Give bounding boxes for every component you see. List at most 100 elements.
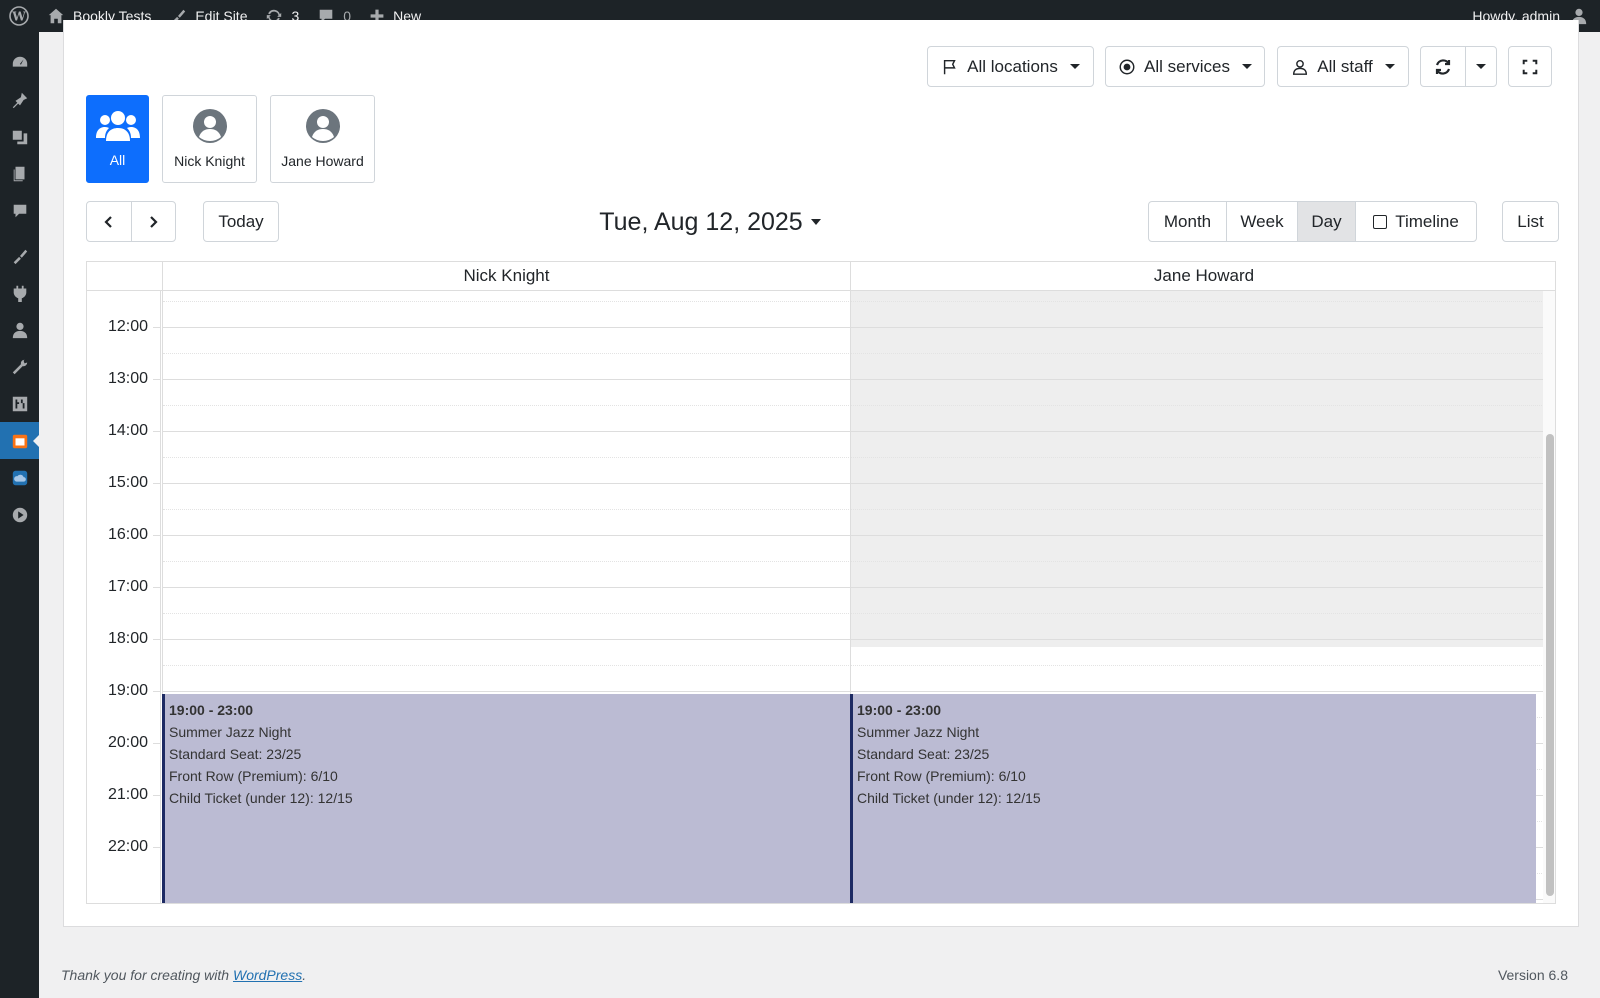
axis-tick (153, 483, 161, 484)
view-timeline-label: Timeline (1395, 211, 1459, 231)
footer-thanks-suffix: . (302, 967, 307, 983)
hour-line (163, 431, 851, 432)
calendar-corner (87, 262, 162, 291)
hour-line (163, 379, 851, 380)
staff-tile-nick-knight[interactable]: Nick Knight (162, 95, 257, 183)
prev-button[interactable] (87, 202, 132, 241)
staff-filter[interactable]: All staff (1277, 46, 1409, 87)
expand-icon (1522, 59, 1538, 74)
half-hour-line (851, 457, 1544, 458)
axis-tick (153, 639, 161, 640)
event-title: Summer Jazz Night (169, 724, 292, 740)
hour-line (851, 327, 1544, 328)
menu-pages-icon[interactable] (0, 155, 39, 192)
wordpress-logo-icon[interactable]: W (0, 0, 38, 32)
hour-line (163, 639, 851, 640)
time-label: 15:00 (107, 474, 148, 491)
half-hour-line (163, 405, 851, 406)
menu-dashboard-icon[interactable] (0, 44, 39, 81)
half-hour-line (851, 665, 1544, 666)
staff-tile-label: All (109, 152, 126, 168)
services-filter-label: All services (1144, 56, 1230, 76)
refresh-options-dropdown[interactable] (1465, 46, 1497, 87)
staff-tile-jane-howard[interactable]: Jane Howard (270, 95, 375, 183)
hour-line (163, 587, 851, 588)
view-month-button[interactable]: Month (1149, 202, 1227, 241)
today-label: Today (218, 211, 264, 231)
view-list-button[interactable]: List (1502, 201, 1559, 242)
next-button[interactable] (132, 202, 176, 241)
axis-tick (153, 691, 161, 692)
staff-tile-label: Nick Knight (174, 153, 245, 169)
chevron-down-icon (1241, 64, 1252, 69)
wordpress-link[interactable]: WordPress (233, 967, 302, 983)
event-line: Standard Seat: 23/25 (169, 746, 302, 762)
half-hour-line (163, 561, 851, 562)
view-switch: Month Week Day Timeline (1148, 201, 1477, 242)
menu-cloud-icon[interactable] (0, 459, 39, 496)
view-list-label: List (1517, 211, 1544, 231)
axis-tick (153, 743, 161, 744)
hour-line (163, 327, 851, 328)
today-button[interactable]: Today (203, 201, 279, 242)
admin-side-menu (0, 32, 40, 998)
time-label: 21:00 (107, 786, 148, 803)
half-hour-line (851, 301, 1544, 302)
event-line: Child Ticket (under 12): 12/15 (857, 790, 1041, 806)
menu-bookly-icon[interactable] (0, 422, 40, 459)
menu-plugins-icon[interactable] (0, 274, 39, 311)
axis-tick (153, 795, 161, 796)
staff-tile-all[interactable]: All (86, 95, 149, 183)
hour-line (851, 379, 1544, 380)
locations-filter[interactable]: All locations (927, 46, 1094, 87)
time-label: 13:00 (107, 370, 148, 387)
menu-play-icon[interactable] (0, 496, 39, 533)
event-summer-jazz-night-nick[interactable]: 19:00 - 23:00 Summer Jazz Night Standard… (162, 694, 850, 903)
time-label: 19:00 (107, 682, 148, 699)
checkbox-icon (1373, 214, 1388, 229)
menu-users-icon[interactable] (0, 311, 39, 348)
dot-circle-icon (1119, 59, 1135, 74)
hour-line (851, 639, 1544, 640)
menu-appearance-icon[interactable] (0, 237, 39, 274)
refresh-button[interactable] (1420, 46, 1466, 87)
event-summer-jazz-night-jane[interactable]: 19:00 - 23:00 Summer Jazz Night Standard… (850, 694, 1536, 903)
hour-line (851, 691, 1544, 692)
staff-filter-label: All staff (1317, 56, 1373, 76)
fullscreen-button[interactable] (1508, 46, 1552, 87)
services-filter[interactable]: All services (1105, 46, 1265, 87)
time-label: 12:00 (107, 318, 148, 335)
half-hour-line (851, 353, 1544, 354)
event-line: Child Ticket (under 12): 12/15 (169, 790, 353, 806)
user-avatar-icon (305, 109, 340, 143)
axis-tick (153, 587, 161, 588)
calendar-scrollbar[interactable] (1543, 291, 1555, 903)
view-day-button[interactable]: Day (1298, 202, 1356, 241)
time-label: 22:00 (107, 838, 148, 855)
scrollbar-thumb[interactable] (1546, 434, 1554, 896)
menu-tools-icon[interactable] (0, 348, 39, 385)
menu-settings-icon[interactable] (0, 385, 39, 422)
column-header-label: Nick Knight (463, 266, 550, 285)
date-title-dropdown[interactable]: Tue, Aug 12, 2025 (580, 206, 840, 238)
hour-line (163, 691, 851, 692)
event-line: Standard Seat: 23/25 (857, 746, 990, 762)
view-week-button[interactable]: Week (1227, 202, 1298, 241)
users-icon (95, 111, 140, 141)
hour-line (163, 483, 851, 484)
unavailable-time-block (851, 291, 1544, 647)
half-hour-line (163, 301, 851, 302)
chevron-down-icon (810, 219, 821, 225)
time-label: 20:00 (107, 734, 148, 751)
menu-media-icon[interactable] (0, 118, 39, 155)
menu-posts-icon[interactable] (0, 81, 39, 118)
view-timeline-button[interactable]: Timeline (1356, 202, 1476, 241)
hour-line (851, 587, 1544, 588)
user-icon (1293, 59, 1308, 75)
view-week-label: Week (1240, 211, 1284, 231)
footer-thanks-prefix: Thank you for creating with (61, 967, 233, 983)
column-header-label: Jane Howard (1153, 266, 1255, 285)
menu-comments-icon[interactable] (0, 192, 39, 229)
refresh-icon (1435, 58, 1451, 75)
chevron-down-icon (1384, 64, 1395, 69)
